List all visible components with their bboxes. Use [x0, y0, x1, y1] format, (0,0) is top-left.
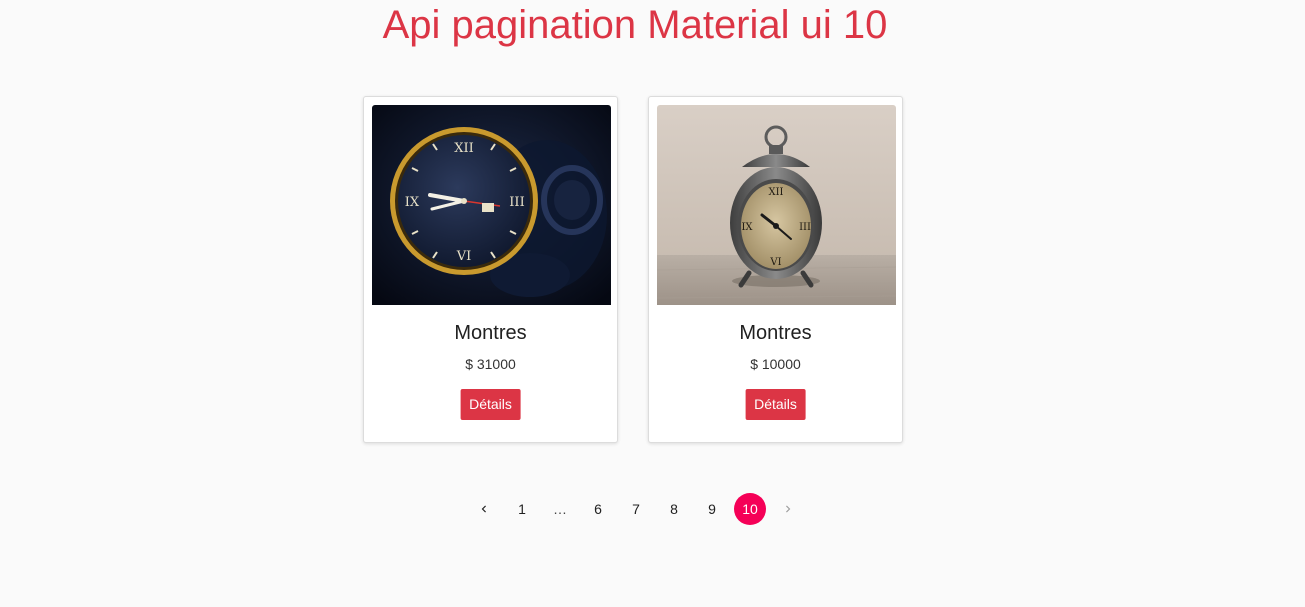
next-page-button[interactable] [772, 493, 804, 525]
product-title: Montres [739, 322, 812, 344]
page-button-6[interactable]: 6 [582, 493, 614, 525]
product-price: $ 10000 [750, 356, 801, 372]
page-button-10-current[interactable]: 10 [734, 493, 766, 525]
product-title: Montres [454, 322, 527, 344]
wristwatch-photo-icon: XII III VI IX [372, 105, 611, 305]
svg-text:IX: IX [741, 222, 753, 233]
page-button-8[interactable]: 8 [658, 493, 690, 525]
pagination: 1 … 6 7 8 9 10 [465, 492, 807, 526]
details-button[interactable]: Détails [745, 389, 806, 420]
details-button[interactable]: Détails [460, 389, 521, 420]
svg-text:XII: XII [454, 141, 474, 156]
product-card: XII III VI IX Montres $ 31000 Détails [363, 96, 618, 443]
page-button-9[interactable]: 9 [696, 493, 728, 525]
page-button-7[interactable]: 7 [620, 493, 652, 525]
page: Api pagination Material ui 10 XII III VI… [0, 0, 1305, 607]
alarm-clock-photo-icon: XII III VI IX [657, 105, 896, 305]
previous-page-button[interactable] [468, 493, 500, 525]
svg-text:III: III [799, 222, 811, 233]
pagination-ellipsis: … [553, 501, 567, 517]
product-image-alarm-clock: XII III VI IX [657, 105, 896, 305]
chevron-right-icon [786, 505, 791, 513]
product-image-watch: XII III VI IX [372, 105, 611, 305]
svg-text:VI: VI [769, 257, 781, 268]
chevron-left-icon [481, 505, 486, 513]
svg-text:IX: IX [405, 195, 420, 210]
svg-text:VI: VI [456, 249, 472, 264]
svg-text:XII: XII [768, 187, 783, 198]
page-title: Api pagination Material ui 10 [382, 3, 888, 47]
product-price: $ 31000 [465, 356, 516, 372]
product-card: XII III VI IX Montres $ 10000 Détails [648, 96, 903, 443]
page-button-1[interactable]: 1 [506, 493, 538, 525]
svg-text:III: III [509, 195, 524, 210]
